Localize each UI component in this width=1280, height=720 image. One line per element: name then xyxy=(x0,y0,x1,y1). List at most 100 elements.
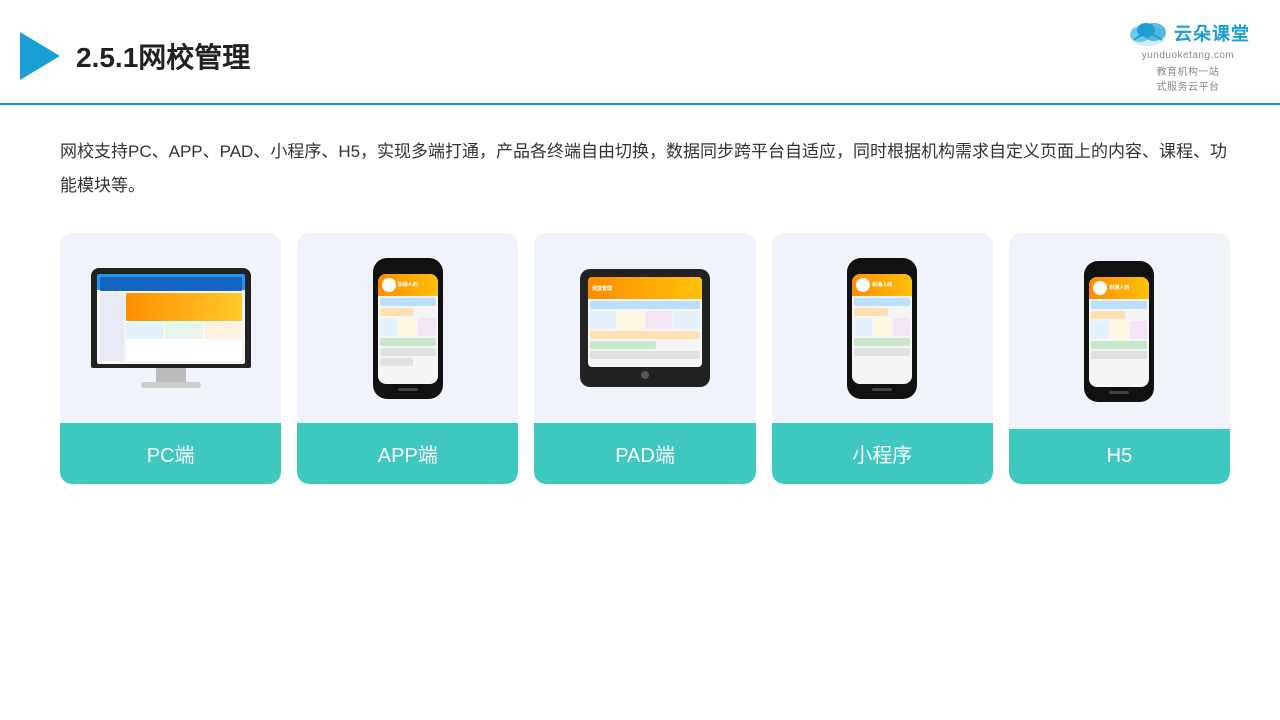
monitor-screen-outer xyxy=(91,268,251,368)
h5-card-1 xyxy=(1091,321,1108,339)
miniapp-phone-mockup: 职通人的 xyxy=(847,258,917,399)
app-home-indicator xyxy=(398,388,418,391)
app-row2 xyxy=(380,308,414,316)
card-pc: PC端 xyxy=(60,233,281,484)
miniapp-home-indicator xyxy=(872,388,892,391)
pc-topbar xyxy=(100,277,242,291)
miniapp-label: 小程序 xyxy=(772,423,993,484)
pad-row2 xyxy=(590,331,700,339)
pc-card-3 xyxy=(204,323,242,339)
app-phone-outer: 职通人的 xyxy=(373,258,443,399)
page-title: 2.5.1网校管理 xyxy=(76,36,250,76)
app-screen-content: 职通人的 xyxy=(378,274,438,384)
pad-card-1 xyxy=(590,311,616,329)
pc-label: PC端 xyxy=(60,423,281,484)
miniapp-sc-text: 职通人的 xyxy=(872,281,892,288)
logo-tagline: 教育机构一站 式服务云平台 xyxy=(1157,63,1220,93)
monitor-base xyxy=(141,382,201,388)
mini-card-2 xyxy=(874,318,891,336)
mini-row1 xyxy=(854,298,910,306)
monitor-stand xyxy=(156,368,186,382)
h5-home-indicator xyxy=(1109,391,1129,394)
h5-screen-content: 职通人的 xyxy=(1089,277,1149,387)
app-label: APP端 xyxy=(297,423,518,484)
miniapp-phone-screen: 职通人的 xyxy=(852,274,912,384)
pad-row1 xyxy=(590,301,700,309)
h5-row2 xyxy=(1091,311,1125,319)
pad-sc-body xyxy=(588,299,702,367)
cloud-logo-icon xyxy=(1126,18,1170,48)
h5-sc-body xyxy=(1089,299,1149,387)
app-sc-text: 职通人的 xyxy=(398,281,418,288)
miniapp-phone-outer: 职通人的 xyxy=(847,258,917,399)
app-phone-mockup: 职通人的 xyxy=(373,258,443,399)
mini-card-row xyxy=(854,318,910,336)
header: 2.5.1网校管理 云朵课堂 yunduoketang.com 教育机构一站 式… xyxy=(0,0,1280,105)
h5-card-2 xyxy=(1111,321,1128,339)
pc-card-2 xyxy=(165,323,203,339)
card-miniapp: 职通人的 xyxy=(772,233,993,484)
pad-tablet-outer: 课堂管理 xyxy=(580,269,710,387)
app-row1 xyxy=(380,298,436,306)
cards-row: PC端 职通人的 xyxy=(60,233,1230,484)
logo-area: 云朵课堂 yunduoketang.com 教育机构一站 式服务云平台 xyxy=(1126,18,1250,93)
app-sc-avatar xyxy=(382,278,396,292)
pad-card-2 xyxy=(618,311,644,329)
pc-screen-content xyxy=(97,274,245,364)
app-image-area: 职通人的 xyxy=(297,233,518,423)
description-text: 网校支持PC、APP、PAD、小程序、H5，实现多端打通，产品各终端自由切换，数… xyxy=(60,135,1230,203)
pad-sc-text: 课堂管理 xyxy=(592,285,612,292)
app-card-2 xyxy=(399,318,416,336)
mini-row3 xyxy=(854,338,910,346)
h5-phone-outer: 职通人的 xyxy=(1084,261,1154,402)
h5-row4 xyxy=(1091,351,1147,359)
pad-screen-content: 课堂管理 xyxy=(588,277,702,367)
app-row4 xyxy=(380,348,436,356)
pad-tablet-screen: 课堂管理 xyxy=(588,277,702,367)
h5-phone-screen: 职通人的 xyxy=(1089,277,1149,387)
h5-label: H5 xyxy=(1009,429,1230,484)
h5-sc-avatar xyxy=(1093,281,1107,295)
app-card-1 xyxy=(380,318,397,336)
logo-domain: yunduoketang.com xyxy=(1142,50,1235,61)
pad-label: PAD端 xyxy=(534,423,755,484)
pad-card-4 xyxy=(674,311,700,329)
mini-row4 xyxy=(854,348,910,356)
app-sc-body xyxy=(378,296,438,384)
pad-card-row xyxy=(590,311,700,329)
miniapp-image-area: 职通人的 xyxy=(772,233,993,423)
miniapp-sc-avatar xyxy=(856,278,870,292)
pad-image-area: 课堂管理 xyxy=(534,233,755,423)
app-row5 xyxy=(380,358,414,366)
logo-text-main: 云朵课堂 xyxy=(1174,20,1250,46)
pad-row3 xyxy=(590,341,656,349)
app-phone-screen: 职通人的 xyxy=(378,274,438,384)
pad-row4 xyxy=(590,351,700,359)
monitor-mockup xyxy=(91,268,251,388)
app-sc-top: 职通人的 xyxy=(378,274,438,296)
h5-phone-notch xyxy=(1108,269,1130,274)
h5-row1 xyxy=(1091,301,1147,309)
h5-card-row xyxy=(1091,321,1147,339)
card-app: 职通人的 xyxy=(297,233,518,484)
h5-sc-top: 职通人的 xyxy=(1089,277,1149,299)
app-card-3 xyxy=(418,318,435,336)
miniapp-sc-body xyxy=(852,296,912,384)
header-left: 2.5.1网校管理 xyxy=(20,32,250,80)
pad-home-button xyxy=(641,371,649,379)
mini-card-1 xyxy=(854,318,871,336)
miniapp-phone-notch xyxy=(871,266,893,271)
pad-card-3 xyxy=(646,311,672,329)
h5-card-3 xyxy=(1130,321,1147,339)
app-phone-notch xyxy=(397,266,419,271)
h5-row3 xyxy=(1091,341,1147,349)
pc-card-1 xyxy=(126,323,164,339)
mini-row2 xyxy=(854,308,888,316)
pc-card-list xyxy=(126,323,242,339)
h5-sc-text: 职通人的 xyxy=(1109,284,1129,291)
h5-image-area: 职通人的 xyxy=(1009,233,1230,429)
monitor-screen-inner xyxy=(97,274,245,364)
play-icon xyxy=(20,32,60,80)
card-h5: 职通人的 xyxy=(1009,233,1230,484)
pc-sidebar xyxy=(100,293,124,361)
